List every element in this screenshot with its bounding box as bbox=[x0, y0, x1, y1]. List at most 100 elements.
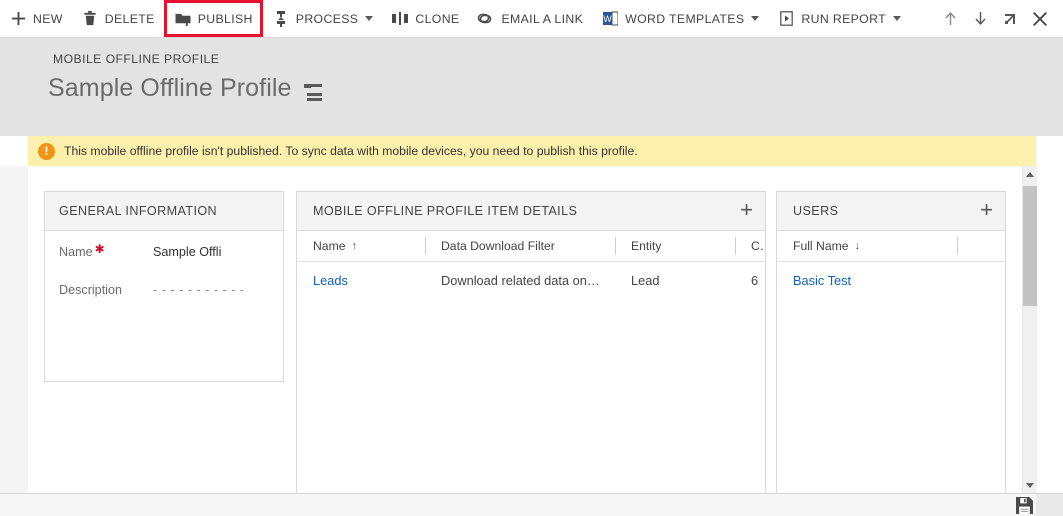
chevron-down-icon[interactable] bbox=[751, 16, 760, 21]
column-header-full-name[interactable]: Full Name ↓ bbox=[777, 231, 957, 261]
close-icon bbox=[1033, 11, 1047, 26]
column-header-full-name-label: Full Name bbox=[793, 239, 849, 253]
plus-icon bbox=[9, 10, 27, 28]
list-item[interactable]: Basic Test bbox=[777, 262, 1005, 298]
field-description-label: Description bbox=[59, 283, 122, 297]
section-users-title: USERS bbox=[793, 204, 839, 218]
word-document-icon: W bbox=[601, 10, 619, 28]
dynamics-record-form: NEW DELETE PUBLISH PROCESS CLONE EMAIL A… bbox=[0, 0, 1063, 516]
section-general-information: GENERAL INFORMATION Name ✱ Sample Offli D… bbox=[44, 191, 284, 382]
section-item-details-header: MOBILE OFFLINE PROFILE ITEM DETAILS + bbox=[297, 192, 765, 231]
command-word-templates[interactable]: W WORD TEMPLATES bbox=[592, 0, 768, 38]
add-user-button[interactable]: + bbox=[980, 198, 993, 224]
record-header: MOBILE OFFLINE PROFILE Sample Offline Pr… bbox=[0, 38, 1063, 136]
save-button[interactable] bbox=[1016, 497, 1034, 515]
warning-icon: ! bbox=[38, 142, 55, 160]
sort-descending-icon: ↓ bbox=[854, 240, 861, 252]
publish-icon bbox=[174, 10, 192, 28]
form-footer bbox=[0, 493, 1063, 516]
record-set-menu-icon[interactable] bbox=[303, 83, 322, 101]
command-delete[interactable]: DELETE bbox=[72, 0, 164, 38]
previous-record-button[interactable] bbox=[935, 0, 965, 38]
next-record-button[interactable] bbox=[965, 0, 995, 38]
table-row[interactable]: Leads Download related data on… Lead 6 bbox=[297, 262, 765, 298]
add-item-detail-button[interactable]: + bbox=[740, 198, 753, 224]
column-header-name-label: Name bbox=[313, 239, 346, 253]
cell-entity: Lead bbox=[631, 272, 660, 288]
save-floppy-icon bbox=[1016, 497, 1034, 514]
command-process[interactable]: PROCESS bbox=[263, 0, 383, 38]
column-header-data-download-filter[interactable]: Data Download Filter bbox=[425, 231, 615, 261]
command-publish-label: PUBLISH bbox=[197, 11, 253, 26]
cell-data-download-filter: Download related data on… bbox=[441, 272, 600, 288]
notification-bar: ! This mobile offline profile isn't publ… bbox=[28, 136, 1036, 166]
field-name-label: Name ✱ bbox=[59, 242, 153, 259]
column-header-name[interactable]: Name ↑ bbox=[297, 231, 425, 261]
command-new[interactable]: NEW bbox=[0, 0, 72, 38]
command-process-label: PROCESS bbox=[295, 11, 359, 26]
record-title-row: Sample Offline Profile bbox=[48, 74, 322, 103]
command-publish[interactable]: PUBLISH bbox=[163, 0, 263, 37]
column-header-created-label: C… bbox=[751, 239, 765, 253]
process-icon bbox=[272, 10, 290, 28]
field-name-label-text: Name bbox=[59, 245, 93, 259]
section-general-information-header: GENERAL INFORMATION bbox=[45, 192, 283, 231]
section-general-information-title: GENERAL INFORMATION bbox=[59, 204, 218, 218]
section-users-header: USERS + bbox=[777, 192, 1005, 231]
chevron-down-icon[interactable] bbox=[365, 16, 374, 21]
triangle-up-icon bbox=[1026, 171, 1034, 177]
cell-full-name[interactable]: Basic Test bbox=[777, 273, 957, 288]
command-run-report-label: RUN REPORT bbox=[801, 11, 886, 26]
column-header-entity-label: Entity bbox=[631, 239, 662, 253]
trash-icon bbox=[81, 10, 99, 28]
command-word-templates-label: WORD TEMPLATES bbox=[625, 11, 745, 26]
notification-message: This mobile offline profile isn't publis… bbox=[64, 144, 638, 158]
report-play-icon bbox=[777, 10, 795, 28]
column-header-data-download-filter-label: Data Download Filter bbox=[441, 239, 555, 253]
clone-icon bbox=[391, 10, 409, 28]
scroll-up-button[interactable] bbox=[1023, 166, 1037, 182]
arrow-down-icon bbox=[974, 11, 987, 26]
record-header-inner: MOBILE OFFLINE PROFILE Sample Offline Pr… bbox=[28, 38, 1063, 136]
cell-created: 6 bbox=[751, 272, 759, 288]
command-delete-label: DELETE bbox=[104, 11, 155, 26]
svg-text:W: W bbox=[603, 14, 612, 24]
command-bar: NEW DELETE PUBLISH PROCESS CLONE EMAIL A… bbox=[0, 0, 1063, 38]
column-header-users-extra[interactable] bbox=[957, 231, 1005, 261]
arrow-up-icon bbox=[944, 11, 957, 26]
form-left-gutter bbox=[0, 166, 28, 493]
close-button[interactable] bbox=[1025, 0, 1055, 38]
section-item-details-title: MOBILE OFFLINE PROFILE ITEM DETAILS bbox=[313, 204, 578, 218]
section-item-details: MOBILE OFFLINE PROFILE ITEM DETAILS + Na… bbox=[296, 191, 766, 493]
field-name-value[interactable]: Sample Offli bbox=[153, 245, 243, 259]
page-title: Sample Offline Profile bbox=[48, 74, 292, 102]
cell-name[interactable]: Leads bbox=[297, 273, 425, 288]
column-header-created[interactable]: C… bbox=[735, 231, 765, 261]
entity-name-label: MOBILE OFFLINE PROFILE bbox=[53, 52, 220, 66]
command-clone[interactable]: CLONE bbox=[382, 0, 468, 38]
sort-ascending-icon: ↑ bbox=[351, 240, 358, 252]
command-email-a-link[interactable]: EMAIL A LINK bbox=[468, 0, 592, 38]
triangle-down-icon bbox=[1026, 482, 1034, 488]
field-description: Description - - - - - - - - - - - - - - … bbox=[45, 283, 283, 321]
command-clone-label: CLONE bbox=[415, 11, 460, 26]
link-icon bbox=[477, 10, 495, 28]
section-users: USERS + Full Name ↓ Basic Test bbox=[776, 191, 1006, 493]
command-run-report[interactable]: RUN REPORT bbox=[768, 0, 910, 38]
chevron-down-icon[interactable] bbox=[892, 16, 901, 21]
field-name: Name ✱ Sample Offli bbox=[45, 242, 283, 283]
required-asterisk-icon: ✱ bbox=[94, 242, 105, 256]
item-details-column-headers: Name ↑ Data Download Filter Entity C… bbox=[297, 231, 765, 262]
command-email-a-link-label: EMAIL A LINK bbox=[501, 11, 584, 26]
field-description-value[interactable]: - - - - - - - - - - - - - - - bbox=[153, 283, 243, 297]
column-header-entity[interactable]: Entity bbox=[615, 231, 735, 261]
command-new-label: NEW bbox=[33, 11, 63, 26]
vertical-scrollbar[interactable] bbox=[1022, 166, 1037, 493]
form-canvas: GENERAL INFORMATION Name ✱ Sample Offli D… bbox=[0, 166, 1063, 493]
scroll-down-button[interactable] bbox=[1023, 477, 1037, 493]
pop-out-button[interactable] bbox=[995, 0, 1025, 38]
window-controls bbox=[935, 0, 1055, 38]
users-column-headers: Full Name ↓ bbox=[777, 231, 1005, 262]
footer-right-pad bbox=[1036, 494, 1063, 516]
scrollbar-thumb[interactable] bbox=[1023, 186, 1037, 306]
